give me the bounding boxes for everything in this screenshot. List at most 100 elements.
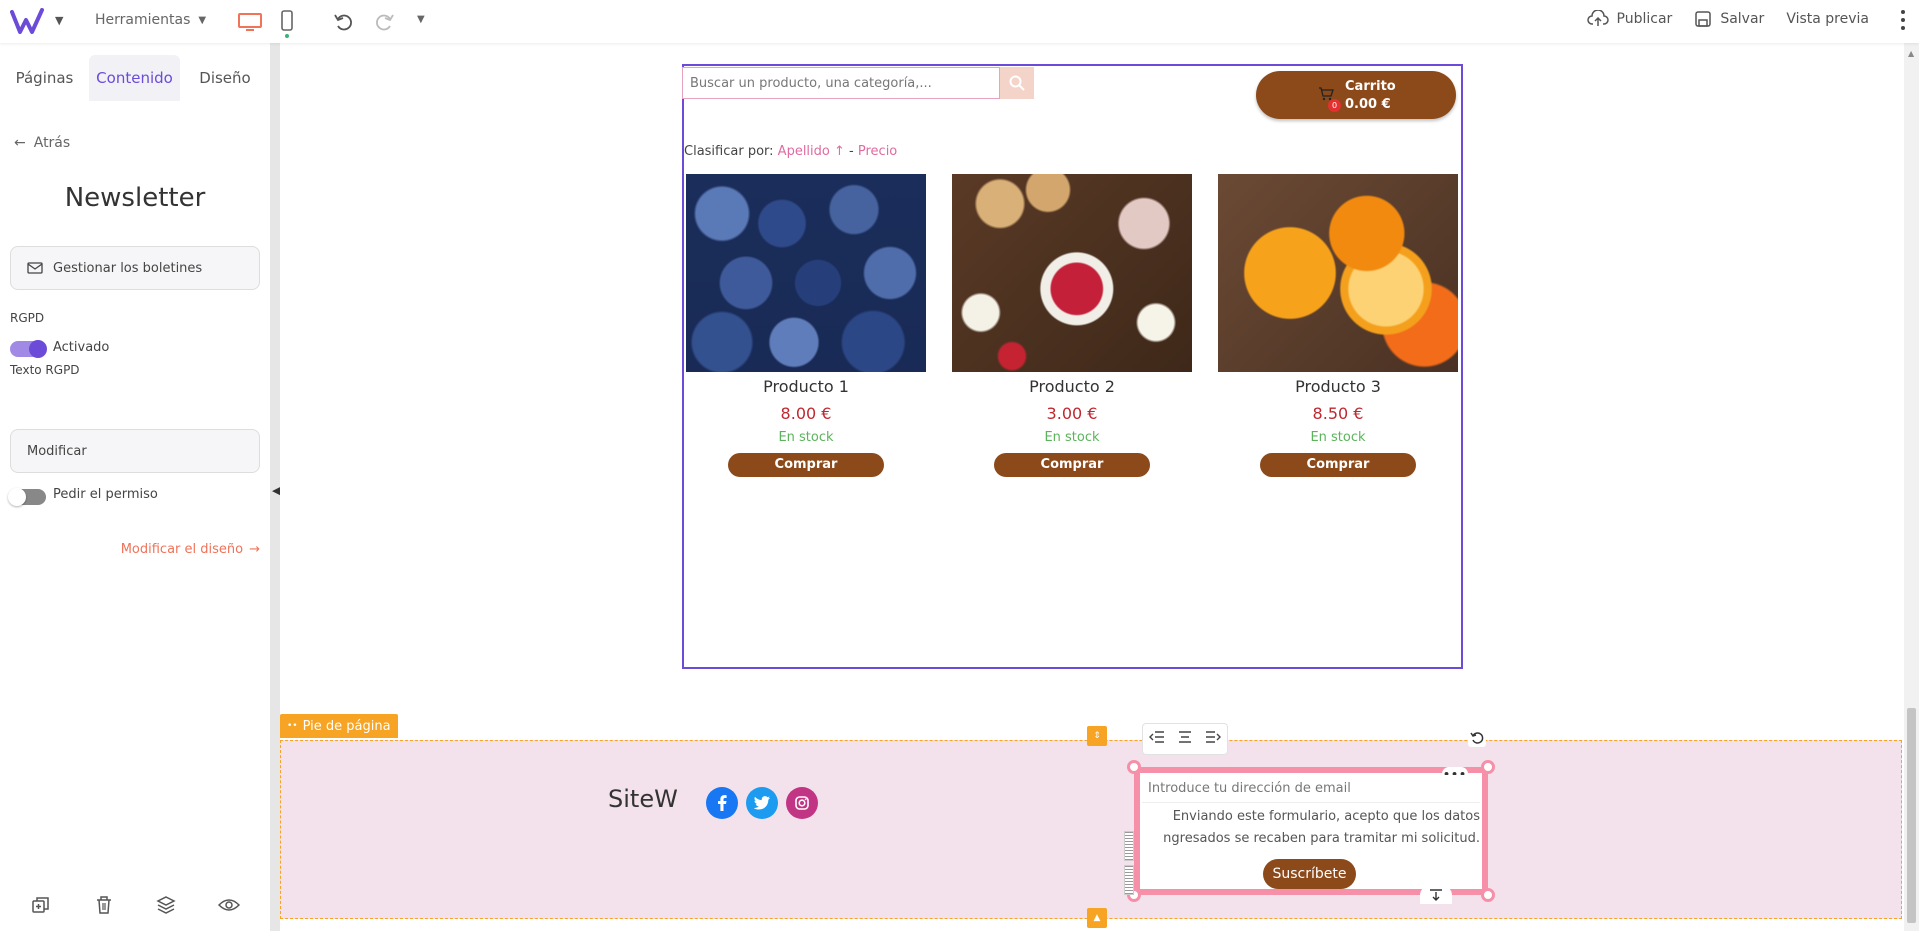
sort-row: Clasificar por: Apellido ↑ - Precio (684, 144, 897, 159)
chevron-down-icon: ▼ (198, 14, 207, 26)
footer-section-tag[interactable]: •• Pie de página (280, 714, 398, 738)
publish-label: Publicar (1616, 11, 1673, 27)
cloud-upload-icon (1586, 10, 1609, 26)
drag-grip-icon[interactable] (1124, 831, 1134, 861)
facebook-icon[interactable] (706, 787, 738, 819)
preview-label: Vista previa (1786, 11, 1869, 27)
search-placeholder: Buscar un producto, una categoría,... (690, 75, 932, 91)
product-card: Producto 2 3.00 € En stock Comprar (952, 174, 1192, 477)
twitter-icon[interactable] (746, 787, 778, 819)
logo-chevron-down-icon[interactable]: ▼ (55, 14, 63, 27)
product-stock: En stock (778, 430, 834, 445)
permission-toggle[interactable] (8, 488, 46, 506)
save-button[interactable]: Salvar (1694, 10, 1764, 28)
footer-section[interactable] (280, 740, 1902, 919)
modify-rgpd-button[interactable]: Modificar (10, 429, 260, 473)
cart-total: 0.00 € (1345, 97, 1391, 112)
product-price: 8.50 € (1312, 404, 1364, 423)
cart-title: Carrito (1345, 79, 1396, 94)
instagram-icon[interactable] (786, 787, 818, 819)
product-name[interactable]: Producto 2 (952, 377, 1192, 396)
eye-icon[interactable] (217, 893, 241, 917)
resize-handle[interactable] (1481, 760, 1495, 774)
email-placeholder: Introduce tu dirección de email (1148, 781, 1351, 796)
back-link[interactable]: ← Atrás (14, 135, 70, 151)
tab-pages[interactable]: Páginas (0, 55, 89, 101)
trash-icon[interactable] (92, 893, 116, 917)
save-icon (1695, 11, 1712, 27)
tools-menu[interactable]: Herramientas ▼ (95, 12, 206, 28)
drag-handle-icon: •• (287, 721, 298, 731)
modify-design-link[interactable]: Modificar el diseño → (121, 542, 260, 557)
manage-newsletters-button[interactable]: Gestionar los boletines (10, 246, 260, 290)
align-right-icon[interactable] (1205, 731, 1221, 747)
product-price: 8.00 € (780, 404, 832, 423)
undo-icon[interactable] (332, 10, 356, 34)
resize-section-icon[interactable]: ⇕ (1087, 726, 1107, 746)
history-chevron-down-icon[interactable]: ▼ (417, 14, 425, 25)
arrow-right-icon: → (249, 542, 260, 557)
sort-by-price-link[interactable]: Precio (858, 144, 897, 159)
subscribe-button[interactable]: Suscríbete (1263, 859, 1356, 889)
buy-button[interactable]: Comprar (728, 453, 884, 477)
resize-handle[interactable] (1127, 760, 1141, 774)
redo-icon[interactable] (372, 10, 396, 34)
drag-grip-icon[interactable] (1124, 865, 1134, 895)
rgpd-label: RGPD (10, 311, 45, 325)
align-left-icon[interactable] (1149, 731, 1165, 747)
modify-design-label: Modificar el diseño (120, 542, 244, 557)
newsletter-email-input[interactable]: Introduce tu dirección de email (1142, 775, 1480, 803)
product-stock: En stock (1310, 430, 1366, 445)
product-search-input[interactable]: Buscar un producto, una categoría,... (682, 67, 1000, 99)
buy-button[interactable]: Comprar (1260, 453, 1416, 477)
buy-button[interactable]: Comprar (994, 453, 1150, 477)
product-image[interactable] (952, 174, 1192, 372)
preview-button[interactable]: Vista previa (1786, 11, 1869, 27)
layers-icon[interactable] (154, 893, 178, 917)
resize-handle[interactable] (1481, 888, 1495, 902)
product-name[interactable]: Producto 3 (1218, 377, 1458, 396)
panel-tabs: Páginas Contenido Diseño (0, 55, 270, 101)
scroll-up-icon[interactable]: ▲ (1908, 49, 1914, 58)
more-options-icon[interactable] (1901, 10, 1907, 30)
rgpd-toggle[interactable] (10, 340, 47, 358)
tab-content-label: Contenido (96, 69, 173, 87)
manage-newsletters-label: Gestionar los boletines (53, 260, 203, 276)
search-button[interactable] (1000, 67, 1034, 99)
top-actions: Publicar Salvar Vista previa (1586, 10, 1919, 28)
permission-toggle-label: Pedir el permiso (53, 487, 158, 502)
duplicate-icon[interactable] (29, 893, 53, 917)
cart-count-badge: 0 (1328, 99, 1341, 112)
rgpd-text-label: Texto RGPD (10, 363, 80, 377)
product-image[interactable] (1218, 174, 1458, 372)
publish-button[interactable]: Publicar (1586, 10, 1673, 28)
modify-label: Modificar (27, 443, 87, 459)
product-image[interactable] (686, 174, 926, 372)
sitew-logo-icon[interactable] (10, 8, 50, 36)
left-panel: Páginas Contenido Diseño ← Atrás Newslet… (0, 43, 270, 931)
canvas-scrollbar[interactable]: ▲ (1904, 43, 1919, 931)
search-icon (1009, 75, 1025, 91)
scrollbar-thumb[interactable] (1907, 708, 1916, 923)
top-toolbar: ▼ Herramientas ▼ ▼ Publicar Salvar Vista… (0, 0, 1919, 43)
tab-design[interactable]: Diseño (180, 55, 270, 101)
rgpd-consent-text: Enviando este formulario, acepto que los… (1142, 806, 1480, 850)
tab-design-label: Diseño (199, 69, 251, 87)
desktop-view-icon[interactable] (236, 10, 264, 34)
product-name[interactable]: Producto 1 (686, 377, 926, 396)
cart-button[interactable]: 0 Carrito 0.00 € (1256, 71, 1456, 119)
product-card: Producto 3 8.50 € En stock Comprar (1218, 174, 1458, 477)
footer-brand[interactable]: SiteW (608, 785, 678, 813)
panel-footer-actions (0, 893, 270, 917)
envelope-icon (27, 262, 43, 274)
vertical-align-icon[interactable] (1420, 886, 1452, 904)
sort-label: Clasificar por: (684, 144, 774, 159)
sort-by-name-link[interactable]: Apellido ↑ (778, 144, 845, 159)
align-center-icon[interactable] (1177, 731, 1193, 747)
add-section-icon[interactable]: ▲ (1087, 908, 1107, 928)
save-label: Salvar (1720, 11, 1765, 27)
mobile-view-icon[interactable] (277, 9, 297, 39)
consent-line: ngresados se recaben para tramitar mi so… (1163, 831, 1480, 846)
tab-content[interactable]: Contenido (89, 55, 180, 101)
reset-icon[interactable] (1468, 729, 1486, 747)
